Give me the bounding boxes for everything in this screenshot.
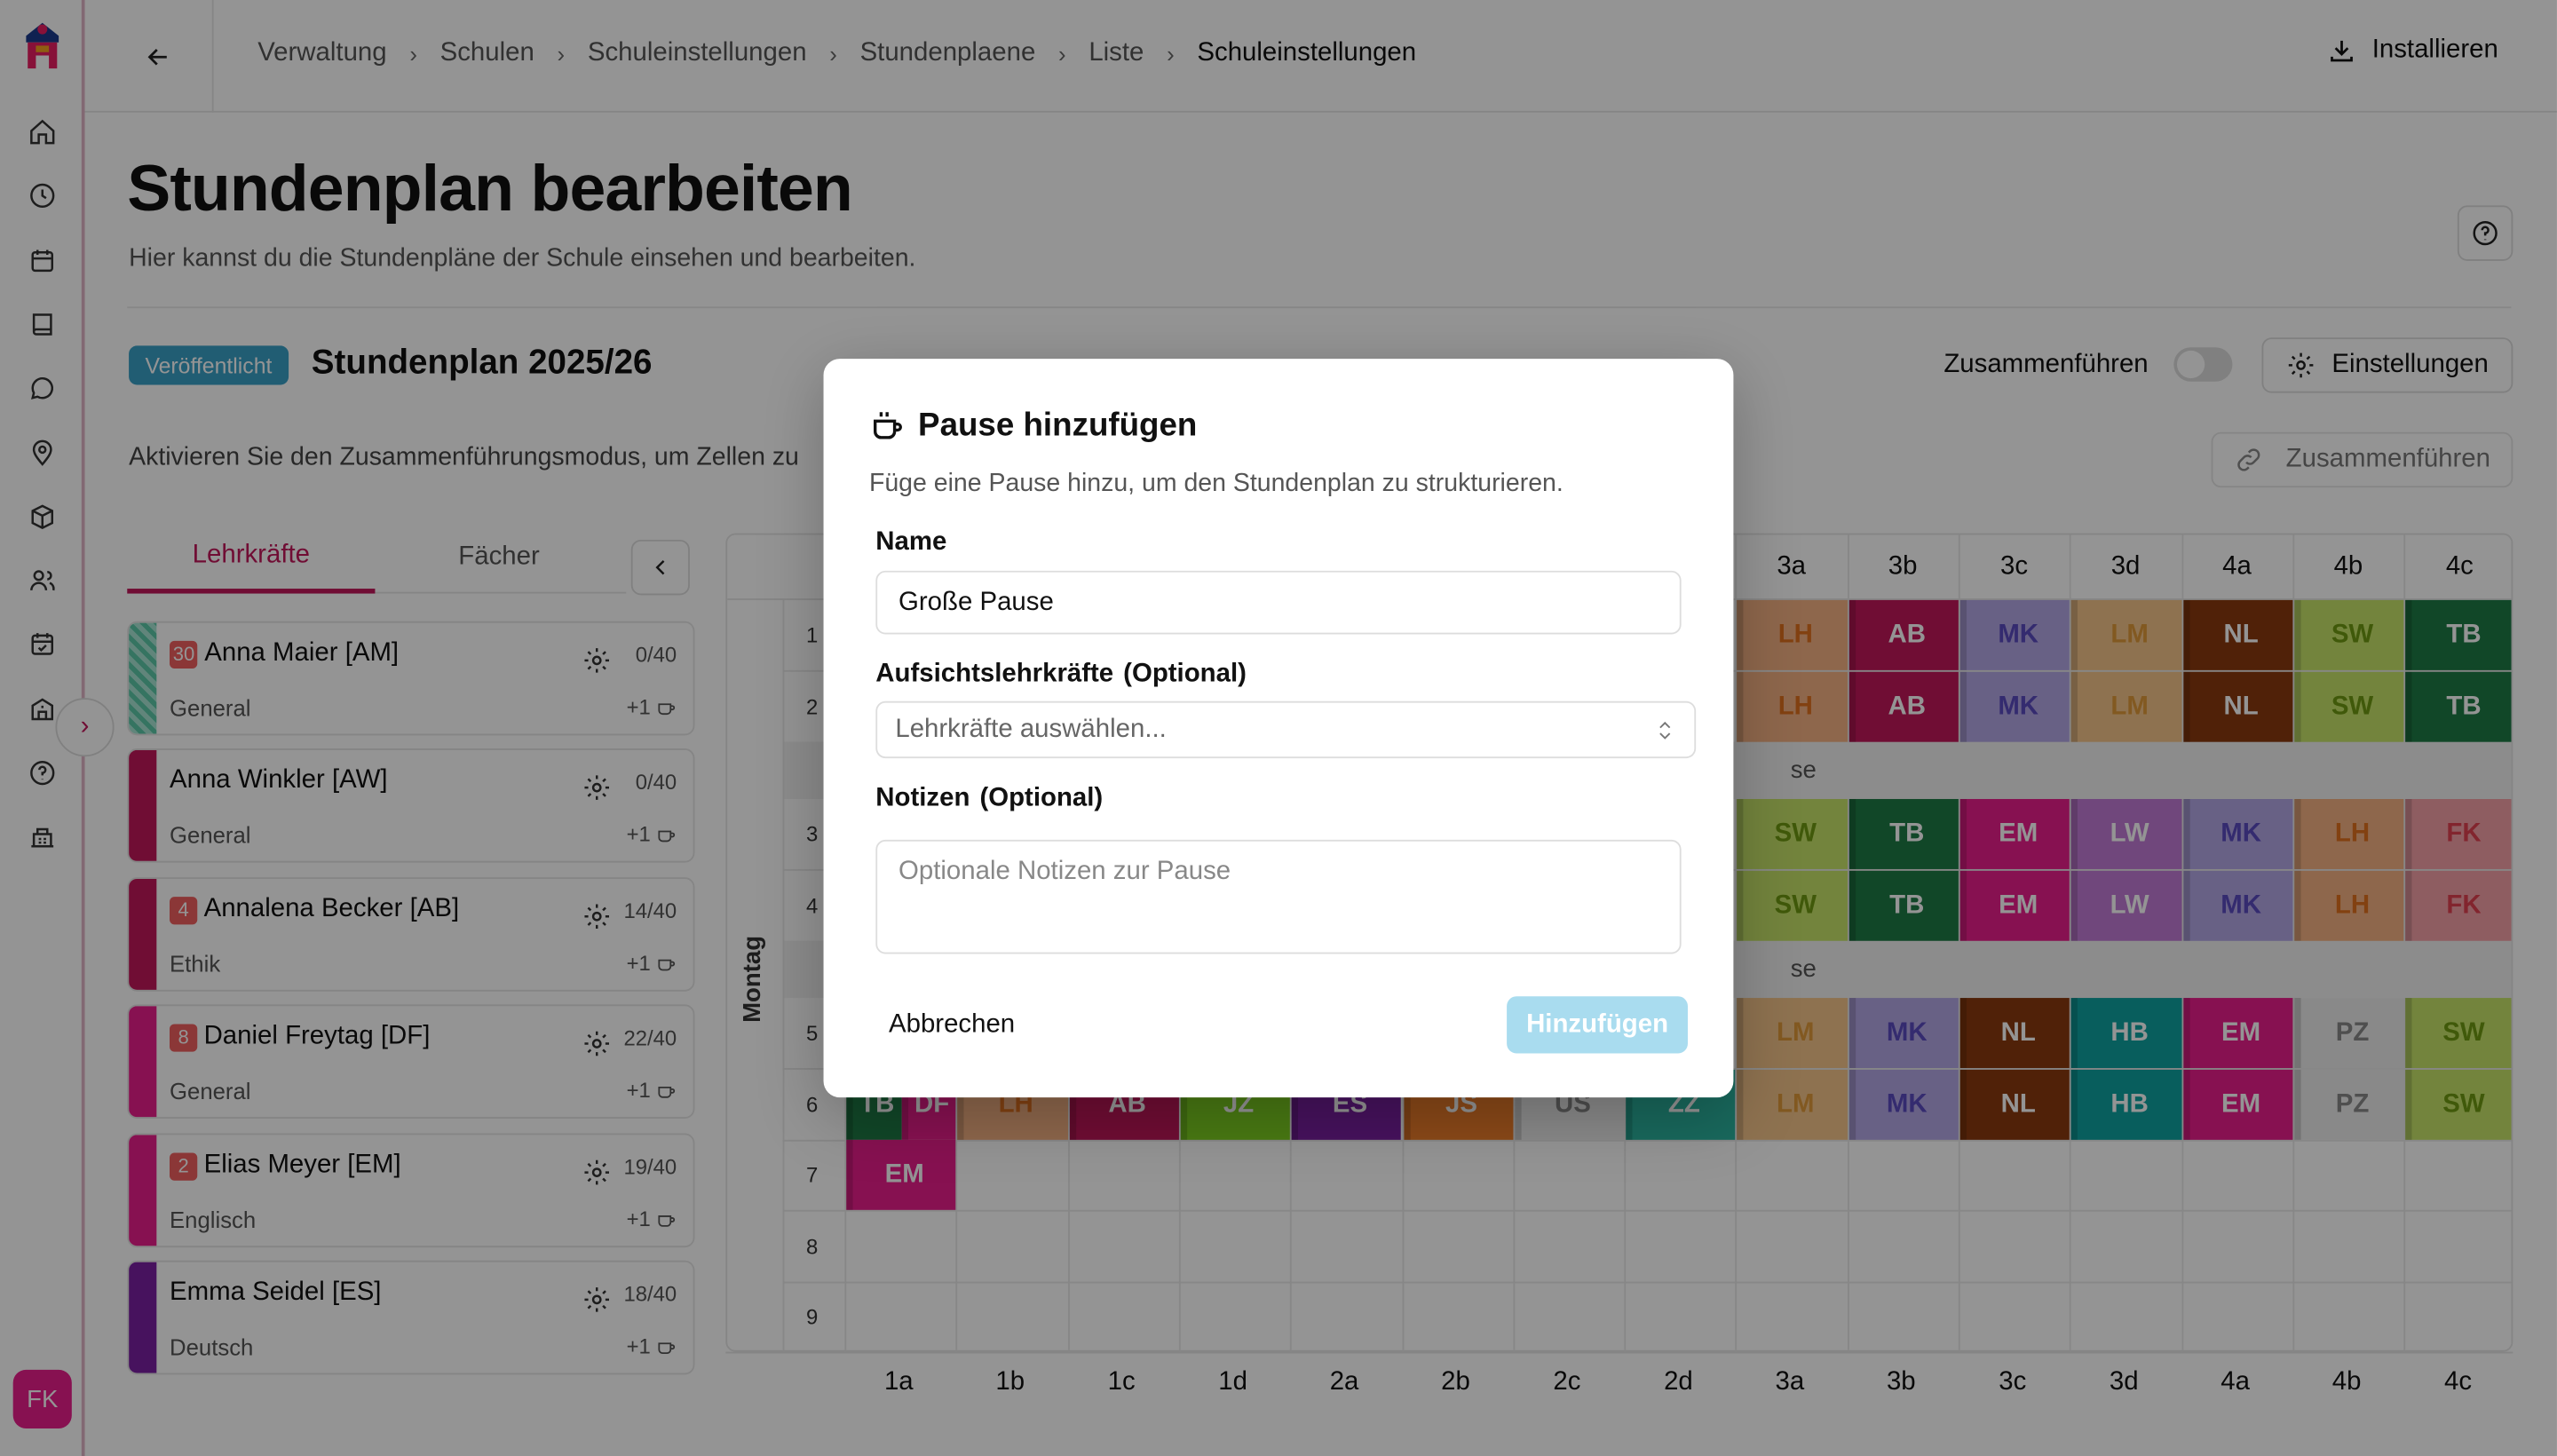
notes-label: Notizen (Optional): [875, 784, 1104, 812]
name-input[interactable]: [875, 570, 1682, 635]
chevron-up-down-icon: [1659, 720, 1671, 739]
add-pause-dialog: Pause hinzufügen Füge eine Pause hinzu, …: [823, 359, 1734, 1098]
supervisors-placeholder: Lehrkräfte auswählen...: [895, 715, 1167, 743]
notes-textarea[interactable]: [875, 839, 1682, 954]
cancel-button[interactable]: Abbrechen: [869, 998, 1039, 1053]
submit-button[interactable]: Hinzufügen: [1507, 996, 1688, 1054]
supervisors-select[interactable]: Lehrkräfte auswählen...: [875, 700, 1697, 759]
dialog-title: Pause hinzufügen: [918, 408, 1198, 444]
coffee-icon: [869, 408, 905, 443]
supervisors-label: Aufsichtslehrkräfte (Optional): [875, 660, 1247, 689]
dialog-description: Füge eine Pause hinzu, um den Stundenpla…: [868, 469, 1563, 498]
name-label: Name: [875, 528, 947, 557]
